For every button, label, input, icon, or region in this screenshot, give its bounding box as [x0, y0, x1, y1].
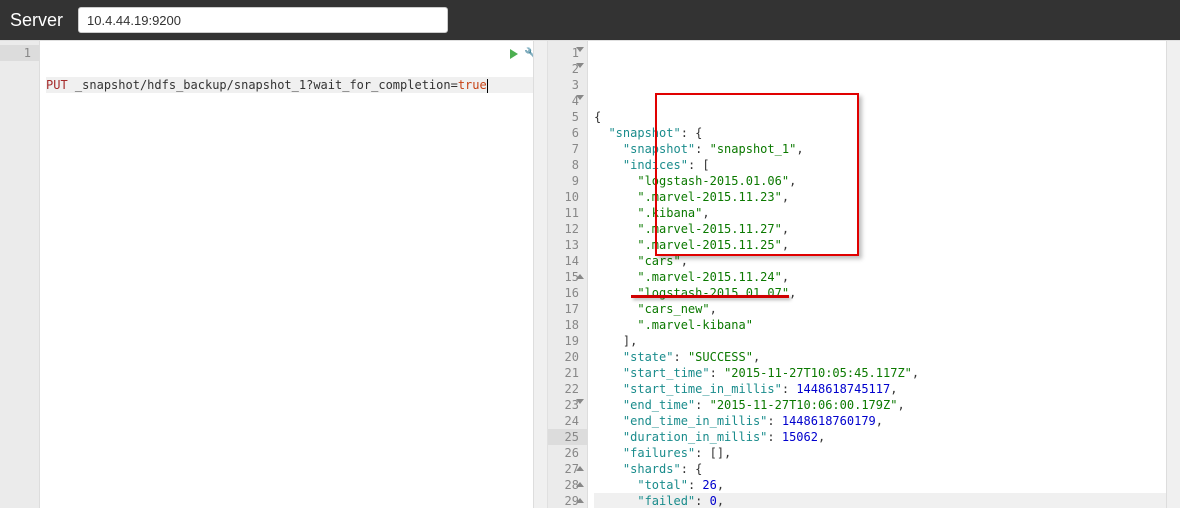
- scrollbar-vertical[interactable]: [1166, 41, 1180, 508]
- scrollbar-vertical[interactable]: [533, 41, 547, 508]
- gutter-line: 12: [548, 221, 587, 237]
- fold-toggle-icon[interactable]: [576, 466, 584, 471]
- gutter-line: 14: [548, 253, 587, 269]
- gutter-line: 15: [548, 269, 587, 285]
- gutter-line: 29: [548, 493, 587, 508]
- gutter-line: 9: [548, 173, 587, 189]
- code-line: "start_time_in_millis": 1448618745117,: [594, 381, 1180, 397]
- gutter-line: 26: [548, 445, 587, 461]
- text-cursor: [487, 79, 488, 93]
- gutter-line: 16: [548, 285, 587, 301]
- request-param: true: [458, 78, 487, 92]
- fold-toggle-icon[interactable]: [576, 47, 584, 52]
- code-line: "cars",: [594, 253, 1180, 269]
- fold-toggle-icon[interactable]: [576, 274, 584, 279]
- code-line: "start_time": "2015-11-27T10:05:45.117Z"…: [594, 365, 1180, 381]
- response-panel: 1234567891011121314151617181920212223242…: [548, 41, 1180, 508]
- http-method: PUT: [46, 78, 68, 92]
- gutter-line: 1: [548, 45, 587, 61]
- code-line: "shards": {: [594, 461, 1180, 477]
- gutter-line: 4: [548, 93, 587, 109]
- request-panel: 1 PUT _snapshot/hdfs_backup/snapshot_1?w…: [0, 41, 548, 508]
- gutter-line: 20: [548, 349, 587, 365]
- server-label: Server: [10, 10, 63, 31]
- code-line: "logstash-2015.01.07",: [594, 285, 1180, 301]
- header-bar: Server: [0, 0, 1180, 40]
- gutter-line: 10: [548, 189, 587, 205]
- code-line: {: [594, 109, 1180, 125]
- code-line: "duration_in_millis": 15062,: [594, 429, 1180, 445]
- gutter-line: 21: [548, 365, 587, 381]
- code-line: "total": 26,: [594, 477, 1180, 493]
- code-line: "failed": 0,: [594, 493, 1180, 508]
- request-path: _snapshot/hdfs_backup/snapshot_1?wait_fo…: [75, 78, 458, 92]
- gutter-line: 13: [548, 237, 587, 253]
- gutter-line: 8: [548, 157, 587, 173]
- request-gutter: 1: [0, 41, 40, 508]
- gutter-line: 18: [548, 317, 587, 333]
- gutter-line: 22: [548, 381, 587, 397]
- fold-toggle-icon[interactable]: [576, 498, 584, 503]
- gutter-line: 5: [548, 109, 587, 125]
- code-line: "logstash-2015.01.06",: [594, 173, 1180, 189]
- code-line: "cars_new",: [594, 301, 1180, 317]
- gutter-line: 3: [548, 77, 587, 93]
- code-line: "state": "SUCCESS",: [594, 349, 1180, 365]
- fold-toggle-icon[interactable]: [576, 95, 584, 100]
- gutter-line: 25: [548, 429, 587, 445]
- code-line: "end_time": "2015-11-27T10:06:00.179Z",: [594, 397, 1180, 413]
- code-line: ".marvel-kibana": [594, 317, 1180, 333]
- gutter-line: 7: [548, 141, 587, 157]
- gutter-line: 19: [548, 333, 587, 349]
- gutter-line: 11: [548, 205, 587, 221]
- gutter-line: 1: [0, 45, 39, 61]
- gutter-line: 28: [548, 477, 587, 493]
- request-code[interactable]: PUT _snapshot/hdfs_backup/snapshot_1?wai…: [40, 41, 547, 508]
- response-code[interactable]: { "snapshot": { "snapshot": "snapshot_1"…: [588, 41, 1180, 508]
- code-line: ],: [594, 333, 1180, 349]
- gutter-line: 17: [548, 301, 587, 317]
- code-line: "snapshot": {: [594, 125, 1180, 141]
- code-line: "indices": [: [594, 157, 1180, 173]
- fold-toggle-icon[interactable]: [576, 482, 584, 487]
- gutter-line: 6: [548, 125, 587, 141]
- play-icon[interactable]: [510, 49, 518, 59]
- response-gutter: 1234567891011121314151617181920212223242…: [548, 41, 588, 508]
- server-input[interactable]: [78, 7, 448, 33]
- code-line: ".marvel-2015.11.25",: [594, 237, 1180, 253]
- code-line: "end_time_in_millis": 1448618760179,: [594, 413, 1180, 429]
- code-line: ".marvel-2015.11.27",: [594, 221, 1180, 237]
- code-line: "snapshot": "snapshot_1",: [594, 141, 1180, 157]
- fold-toggle-icon[interactable]: [576, 63, 584, 68]
- main-area: 1 PUT _snapshot/hdfs_backup/snapshot_1?w…: [0, 40, 1180, 508]
- code-line: "failures": [],: [594, 445, 1180, 461]
- code-line: ".kibana",: [594, 205, 1180, 221]
- fold-toggle-icon[interactable]: [576, 399, 584, 404]
- gutter-line: 2: [548, 61, 587, 77]
- code-line: ".marvel-2015.11.23",: [594, 189, 1180, 205]
- gutter-line: 27: [548, 461, 587, 477]
- code-line: ".marvel-2015.11.24",: [594, 269, 1180, 285]
- gutter-line: 23: [548, 397, 587, 413]
- gutter-line: 24: [548, 413, 587, 429]
